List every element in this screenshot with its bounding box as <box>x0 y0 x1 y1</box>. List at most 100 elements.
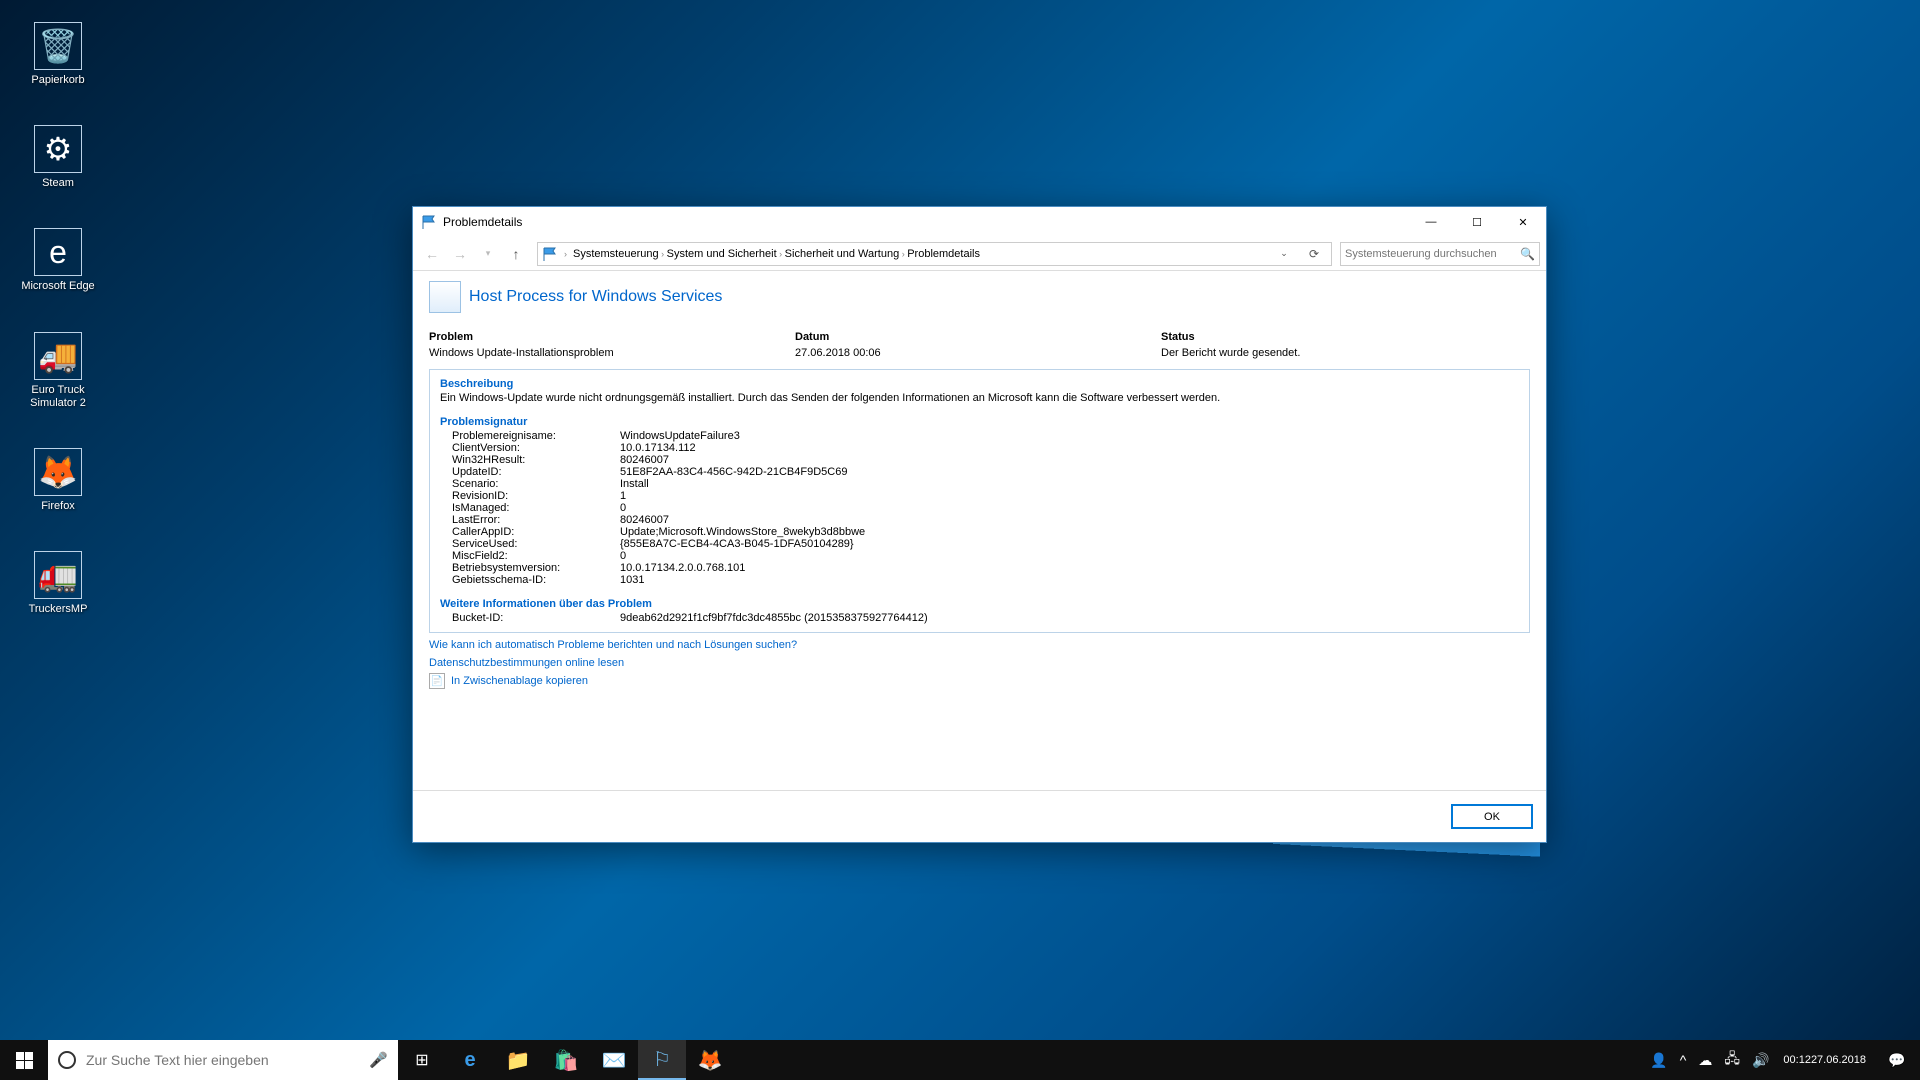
sig-key: CallerAppID: <box>440 526 620 538</box>
window-title: Problemdetails <box>443 215 522 229</box>
desktop-icon-microsoft-edge[interactable]: e Microsoft Edge <box>8 214 108 297</box>
sig-value: {855E8A7C-ECB4-4CA3-B045-1DFA50104289} <box>620 538 1519 550</box>
signature-row: RevisionID:1 <box>440 490 1519 502</box>
sig-key: UpdateID: <box>440 466 620 478</box>
signature-row: UpdateID:51E8F2AA-83C4-456C-942D-21CB4F9… <box>440 466 1519 478</box>
tray-action-center[interactable]: 💬 <box>1874 1040 1920 1080</box>
dialog-footer: OK <box>413 790 1546 842</box>
link-auto-report[interactable]: Wie kann ich automatisch Probleme berich… <box>429 639 1530 651</box>
signature-row: Win32HResult:80246007 <box>440 454 1519 466</box>
col-status-header: Status <box>1161 331 1530 343</box>
nav-forward-button[interactable]: → <box>447 241 473 267</box>
tray-people[interactable]: 👤 <box>1644 1040 1673 1080</box>
link-privacy[interactable]: Datenschutzbestimmungen online lesen <box>429 657 1530 669</box>
mic-icon[interactable]: 🎤 <box>369 1051 388 1069</box>
app-icon: 🚚 <box>34 332 82 380</box>
taskbar-store[interactable]: 🛍️ <box>542 1040 590 1080</box>
copy-to-clipboard-label: In Zwischenablage kopieren <box>451 675 588 687</box>
sig-key: ClientVersion: <box>440 442 620 454</box>
address-dropdown-button[interactable]: ⌄ <box>1271 241 1297 267</box>
desktop-icons: 🗑️ Papierkorb ⚙Steam e Microsoft Edge 🚚 Euro T… <box>8 8 108 620</box>
sig-value: 10.0.17134.112 <box>620 442 1519 454</box>
minimize-button[interactable]: — <box>1408 207 1454 237</box>
refresh-button[interactable]: ⟳ <box>1301 241 1327 267</box>
copy-to-clipboard[interactable]: 📄 In Zwischenablage kopieren <box>429 673 1530 689</box>
page-heading: Host Process for Windows Services <box>469 288 722 306</box>
signature-row: LastError:80246007 <box>440 514 1519 526</box>
signature-row: MiscField2:0 <box>440 550 1519 562</box>
task-view-button[interactable]: ⊞ <box>398 1040 446 1080</box>
taskbar-search-input[interactable] <box>86 1052 359 1068</box>
icon-label: TruckersMP <box>29 603 88 616</box>
tray-volume-icon[interactable]: 🔊 <box>1746 1040 1775 1080</box>
taskbar-search[interactable]: 🎤 <box>48 1040 398 1080</box>
section-beschreibung: Beschreibung <box>440 378 1519 390</box>
taskbar-control-panel[interactable]: ⚐ <box>638 1040 686 1080</box>
search-box[interactable]: 🔍 <box>1340 242 1540 266</box>
section-signatur: Problemsignatur <box>440 416 1519 428</box>
signature-row: Betriebsystemversion:10.0.17134.2.0.0.76… <box>440 562 1519 574</box>
breadcrumb-item[interactable]: Systemsteuerung <box>573 248 659 260</box>
app-icon <box>429 281 461 313</box>
desktop-icon-papierkorb[interactable]: 🗑️ Papierkorb <box>8 8 108 91</box>
signature-row: Scenario:Install <box>440 478 1519 490</box>
taskbar-firefox[interactable]: 🦊 <box>686 1040 734 1080</box>
breadcrumb-item[interactable]: Problemdetails <box>907 248 980 260</box>
taskbar-explorer[interactable]: 📁 <box>494 1040 542 1080</box>
signature-row: ServiceUsed:{855E8A7C-ECB4-4CA3-B045-1DF… <box>440 538 1519 550</box>
signature-row: CallerAppID:Update;Microsoft.WindowsStor… <box>440 526 1519 538</box>
tray-network-icon[interactable]: 🖧 <box>1718 1040 1746 1080</box>
chevron-right-icon: › <box>659 249 667 259</box>
nav-recent-dropdown[interactable]: ▾ <box>475 241 501 267</box>
signature-row: ClientVersion:10.0.17134.112 <box>440 442 1519 454</box>
problem-details-window: Problemdetails — ☐ ✕ ← → ▾ ↑ › Systemste… <box>412 206 1547 843</box>
icon-label: Microsoft Edge <box>21 280 94 293</box>
desktop-icon-euro-truck-simulator-2[interactable]: 🚚 Euro Truck Simulator 2 <box>8 318 108 414</box>
breadcrumb-item[interactable]: System und Sicherheit <box>667 248 777 260</box>
app-icon: ⚙ <box>34 125 82 173</box>
icon-label: Firefox <box>41 500 75 513</box>
address-bar[interactable]: › Systemsteuerung › System und Sicherhei… <box>537 242 1332 266</box>
chevron-right-icon: › <box>777 249 785 259</box>
tray-time: 00:12 <box>1783 1054 1811 1067</box>
col-problem-header: Problem <box>429 331 795 343</box>
navigation-bar: ← → ▾ ↑ › Systemsteuerung › System und S… <box>413 237 1546 271</box>
icon-label: Papierkorb <box>31 74 84 87</box>
app-icon: 🗑️ <box>34 22 82 70</box>
tray-clock[interactable]: 00:12 27.06.2018 <box>1775 1040 1874 1080</box>
search-icon: 🔍 <box>1520 247 1535 261</box>
details-box: Beschreibung Ein Windows-Update wurde ni… <box>429 369 1530 633</box>
app-icon: e <box>34 228 82 276</box>
nav-up-button[interactable]: ↑ <box>503 241 529 267</box>
icon-label: Euro Truck Simulator 2 <box>8 384 108 410</box>
desktop-icon-firefox[interactable]: 🦊 Firefox <box>8 434 108 517</box>
tray-date: 27.06.2018 <box>1811 1054 1866 1067</box>
desktop-icon-truckersmp[interactable]: 🚛TruckersMP <box>8 537 108 620</box>
sig-key: ServiceUsed: <box>440 538 620 550</box>
taskbar-edge[interactable]: e <box>446 1040 494 1080</box>
sig-value: 0 <box>620 550 1519 562</box>
start-button[interactable] <box>0 1040 48 1080</box>
app-icon: 🦊 <box>34 448 82 496</box>
sig-value: Install <box>620 478 1519 490</box>
maximize-button[interactable]: ☐ <box>1454 207 1500 237</box>
tray-overflow[interactable]: ^ <box>1674 1040 1693 1080</box>
tray-onedrive-icon[interactable]: ☁ <box>1692 1040 1718 1080</box>
sig-value: Update;Microsoft.WindowsStore_8wekyb3d8b… <box>620 526 1519 538</box>
signature-row: Problemereignisame:WindowsUpdateFailure3 <box>440 430 1519 442</box>
sig-key: Betriebsystemversion: <box>440 562 620 574</box>
search-input[interactable] <box>1345 248 1535 260</box>
sig-key: MiscField2: <box>440 550 620 562</box>
nav-back-button[interactable]: ← <box>419 241 445 267</box>
ok-button[interactable]: OK <box>1452 805 1532 828</box>
signature-row: IsManaged:0 <box>440 502 1519 514</box>
taskbar-mail[interactable]: ✉️ <box>590 1040 638 1080</box>
desktop-icon-steam[interactable]: ⚙Steam <box>8 111 108 194</box>
sig-key: Scenario: <box>440 478 620 490</box>
val-status: Der Bericht wurde gesendet. <box>1161 347 1530 359</box>
flag-icon <box>421 214 437 230</box>
breadcrumb-item[interactable]: Sicherheit und Wartung <box>785 248 900 260</box>
sig-value: 51E8F2AA-83C4-456C-942D-21CB4F9D5C69 <box>620 466 1519 478</box>
close-button[interactable]: ✕ <box>1500 207 1546 237</box>
titlebar[interactable]: Problemdetails — ☐ ✕ <box>413 207 1546 237</box>
